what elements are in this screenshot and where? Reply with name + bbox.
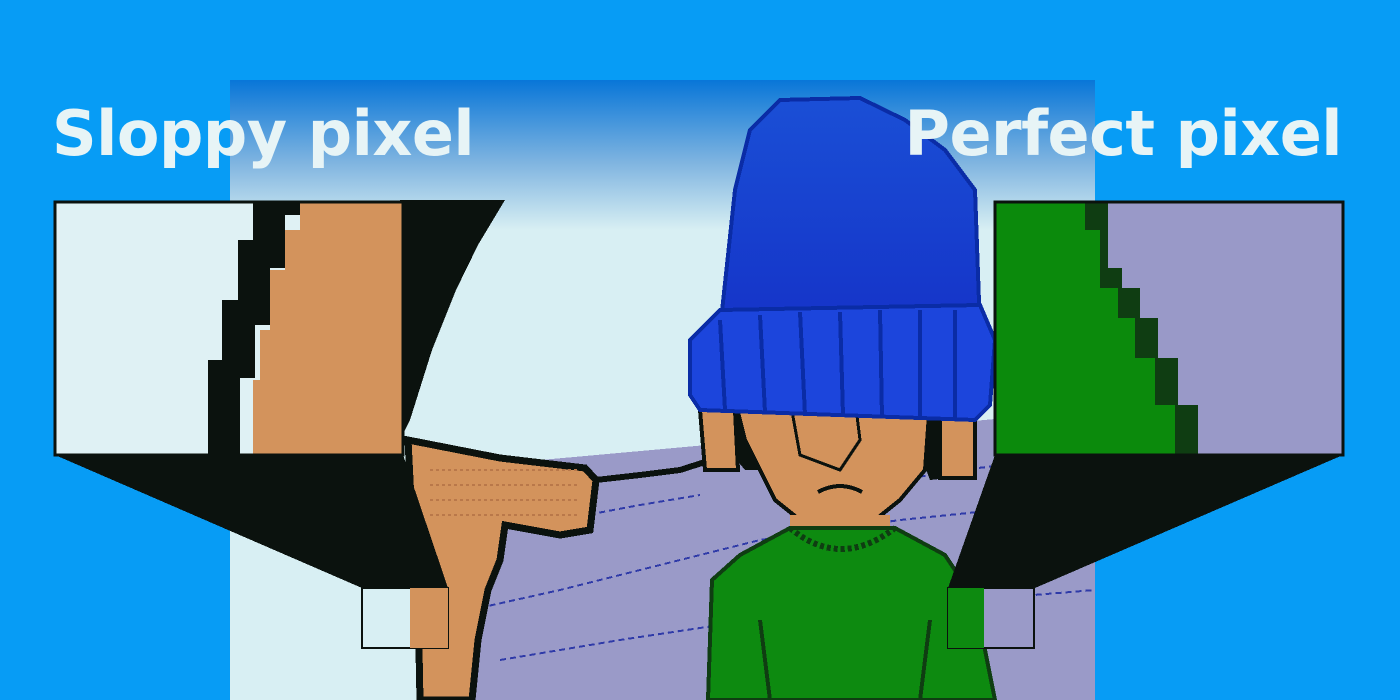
magnifier-perfect	[947, 200, 1345, 649]
hero-banner: Sloppy pixel Perfect pixel	[0, 0, 1400, 700]
sloppy-pixel-heading: Sloppy pixel	[52, 97, 475, 170]
perfect-pixel-heading: Perfect pixel	[904, 97, 1343, 170]
